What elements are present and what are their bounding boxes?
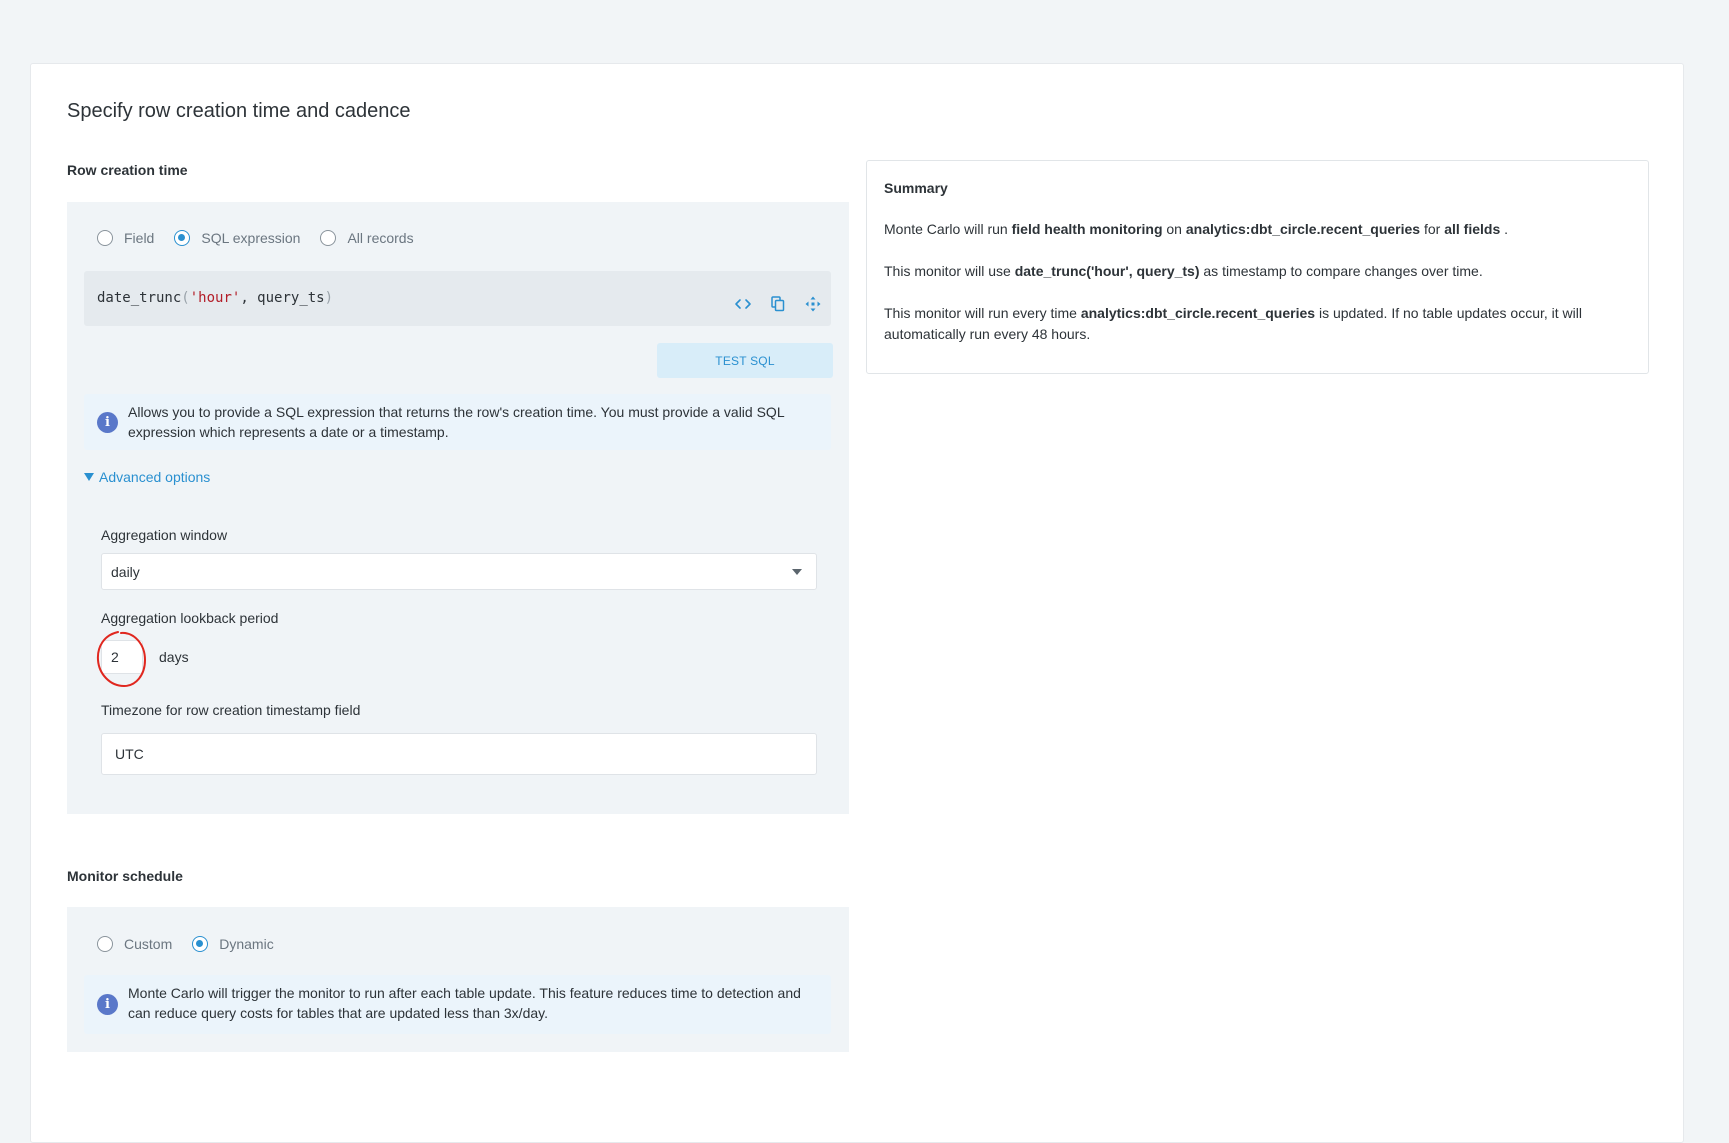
- summary-line-2: This monitor will use date_trunc('hour',…: [884, 261, 1628, 282]
- lookback-input[interactable]: [101, 640, 143, 674]
- code-string-arg: 'hour': [189, 290, 241, 306]
- sql-info-text: Allows you to provide a SQL expression t…: [128, 404, 785, 440]
- info-icon: i: [97, 994, 118, 1015]
- test-sql-button[interactable]: TEST SQL: [657, 343, 833, 378]
- summary-title: Summary: [884, 180, 948, 196]
- option-all-records[interactable]: All records: [320, 230, 414, 246]
- advanced-options-label: Advanced options: [99, 469, 211, 485]
- summary-text: for: [1420, 221, 1445, 237]
- option-sql-expression-label: SQL expression: [201, 230, 301, 246]
- caret-down-icon: [84, 473, 94, 481]
- option-field-label: Field: [124, 230, 155, 246]
- chevron-down-icon: [792, 569, 802, 575]
- radio-sql-expression[interactable]: [174, 230, 191, 246]
- code-rest: , query_ts: [240, 290, 325, 306]
- sql-info-box: i Allows you to provide a SQL expression…: [84, 394, 831, 450]
- advanced-options-toggle[interactable]: Advanced options: [84, 469, 210, 485]
- monitor-schedule-label: Monitor schedule: [67, 868, 183, 884]
- row-creation-options: Field SQL expression All records: [97, 230, 434, 246]
- aggregation-window-label: Aggregation window: [101, 527, 228, 543]
- radio-all-records[interactable]: [320, 230, 337, 246]
- lookback-label: Aggregation lookback period: [101, 610, 279, 626]
- schedule-info-box: i Monte Carlo will trigger the monitor t…: [84, 975, 831, 1034]
- page-title: Specify row creation time and cadence: [67, 100, 411, 122]
- summary-line-3: This monitor will run every time analyti…: [884, 303, 1628, 345]
- timezone-input[interactable]: [101, 733, 817, 775]
- code-fn: date_trunc: [97, 290, 182, 306]
- summary-text: Monte Carlo will run: [884, 221, 1012, 237]
- summary-text: as timestamp to compare changes over tim…: [1199, 263, 1483, 279]
- schedule-info-text: Monte Carlo will trigger the monitor to …: [128, 985, 801, 1021]
- code-open-paren: (: [181, 290, 190, 306]
- copy-icon[interactable]: [769, 295, 787, 313]
- monitor-config-card: Specify row creation time and cadence Ro…: [30, 63, 1684, 1143]
- schedule-options: Custom Dynamic: [97, 936, 294, 952]
- code-icon[interactable]: [734, 295, 752, 313]
- option-sql-expression[interactable]: SQL expression: [174, 230, 300, 246]
- option-custom-label: Custom: [124, 936, 173, 952]
- summary-text: This monitor will run every time: [884, 305, 1081, 321]
- aggregation-window-select[interactable]: daily: [101, 553, 817, 590]
- summary-bold: analytics:dbt_circle.recent_queries: [1080, 305, 1316, 321]
- summary-bold: date_trunc('hour', query_ts): [1014, 263, 1200, 279]
- summary-text: .: [1500, 221, 1509, 237]
- row-creation-panel: Field SQL expression All records date_tr…: [67, 202, 849, 814]
- sql-editor[interactable]: date_trunc('hour', query_ts): [84, 271, 831, 326]
- option-dynamic[interactable]: Dynamic: [192, 936, 274, 952]
- option-all-records-label: All records: [347, 230, 414, 246]
- summary-panel: Summary Monte Carlo will run field healt…: [866, 160, 1649, 374]
- summary-text: This monitor will use: [884, 263, 1015, 279]
- option-dynamic-label: Dynamic: [219, 936, 274, 952]
- monitor-schedule-panel: Custom Dynamic i Monte Carlo will trigge…: [67, 907, 849, 1052]
- summary-bold: all fields: [1444, 221, 1501, 237]
- aggregation-window-value: daily: [111, 564, 140, 580]
- option-custom[interactable]: Custom: [97, 936, 172, 952]
- info-icon: i: [97, 412, 118, 433]
- summary-text: on: [1162, 221, 1186, 237]
- row-creation-label: Row creation time: [67, 162, 188, 178]
- summary-line-1: Monte Carlo will run field health monito…: [884, 219, 1628, 240]
- option-field[interactable]: Field: [97, 230, 154, 246]
- code-close-paren: ): [324, 290, 334, 306]
- summary-bold: analytics:dbt_circle.recent_queries: [1185, 221, 1421, 237]
- timezone-label: Timezone for row creation timestamp fiel…: [101, 702, 361, 718]
- sql-code[interactable]: date_trunc('hour', query_ts): [97, 290, 333, 306]
- radio-custom[interactable]: [97, 936, 113, 952]
- radio-dynamic[interactable]: [192, 936, 209, 952]
- summary-bold: field health monitoring: [1011, 221, 1163, 237]
- expand-icon[interactable]: [804, 295, 822, 313]
- radio-field[interactable]: [97, 230, 113, 246]
- lookback-unit: days: [159, 649, 189, 665]
